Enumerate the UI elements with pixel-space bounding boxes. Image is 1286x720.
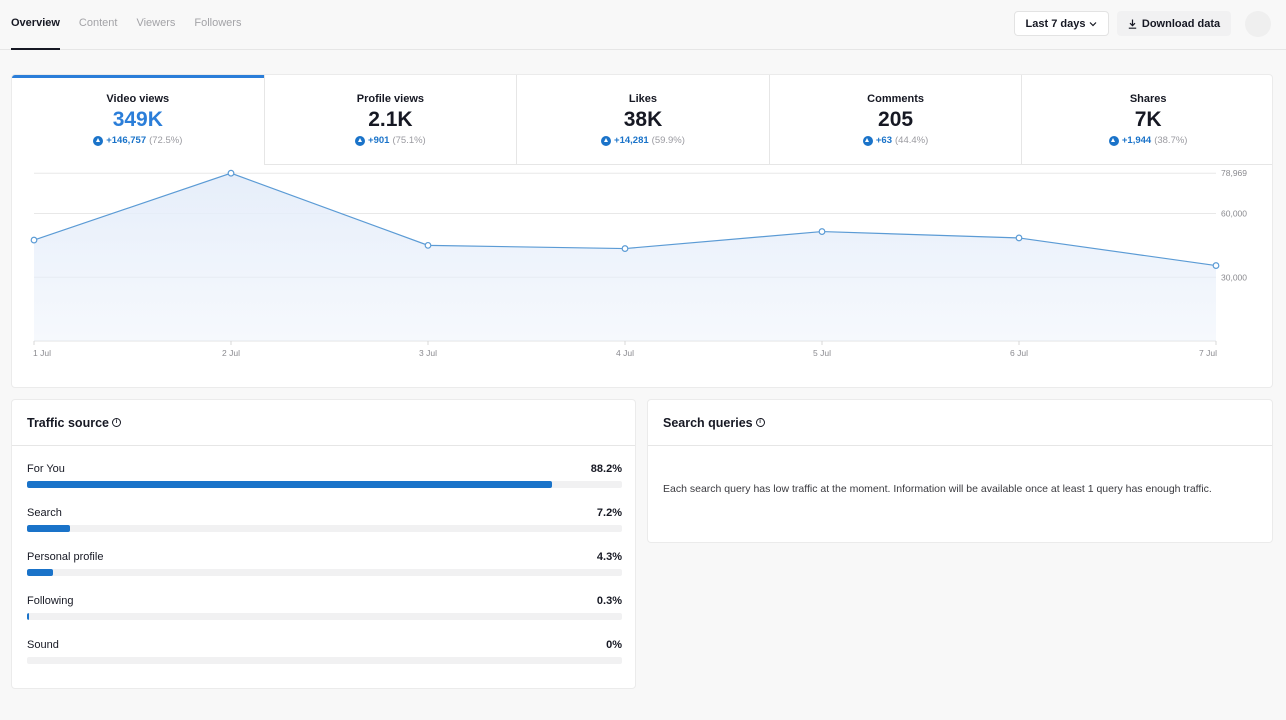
metric-label: Video views [106,93,170,105]
traffic-bar-fill [27,569,53,576]
metric-change-percent: (59.9%) [651,135,685,146]
data-point [227,169,235,177]
download-data-label: Download data [1141,17,1221,30]
metric-likes[interactable]: Likes 38K +14,281 (59.9%) [516,75,769,165]
metric-comments[interactable]: Comments 205 +63 (44.4%) [768,75,1022,165]
arrow-up-icon [355,135,366,146]
metric-change-value: +1,944 [1121,135,1152,146]
arrow-up-icon [93,135,104,146]
arrow-up-icon [601,135,612,146]
metric-change: +146,757 (72.5%) [12,135,264,146]
metric-change: +14,281 (59.9%) [517,135,769,146]
traffic-label: Sound [27,639,59,651]
search-queries-panel: Search queries i Each search query has l… [647,399,1273,543]
video-views-chart: 78,969 60,000 30,000 1 Jul 2 Jul 3 Jul 4 Jul 5 … [30,168,1247,358]
metric-label: Shares [1129,93,1167,105]
arrow-up-icon [1108,135,1119,146]
x-tick-label: 4 Jul [616,348,634,358]
download-data-button[interactable]: Download data [1117,11,1231,36]
chevron-down-icon [1090,21,1097,26]
metric-change-value: +14,281 [614,135,649,146]
metric-value: 349K [112,108,163,131]
metric-change-percent: (38.7%) [1154,135,1188,146]
metric-change-percent: (44.4%) [895,135,929,146]
date-range-label: Last 7 days [1025,17,1086,30]
metric-value: 38K [623,108,663,131]
data-point [621,245,629,252]
metric-change-value: +63 [875,135,892,146]
data-point [1015,234,1023,242]
metric-label: Likes [628,93,658,105]
metric-tabs: Video views 349K +146,757 (72.5%) Profil… [12,75,1272,165]
x-tick-label: 2 Jul [222,348,240,358]
metric-video-views[interactable]: Video views 349K +146,757 (72.5%) [12,75,264,165]
traffic-label: For You [27,463,65,475]
traffic-source-title: Traffic source [27,415,109,430]
search-queries-title: Search queries [663,415,753,430]
traffic-bar [27,657,622,664]
download-icon [1128,19,1137,29]
tab-followers[interactable]: Followers [194,0,241,50]
info-icon[interactable]: i [755,418,765,427]
traffic-value: 0.3% [596,595,622,607]
traffic-bar [27,613,622,620]
x-tick-label: 6 Jul [1010,348,1028,358]
metric-change: +63 (44.4%) [770,135,1022,146]
analytics-tabs: Overview Content Viewers Followers [11,0,241,50]
traffic-value: 7.2% [596,507,622,519]
avatar[interactable] [1245,11,1271,37]
tab-content[interactable]: Content [79,0,118,50]
x-tick-label: 1 Jul [33,348,51,358]
data-point [424,241,432,249]
metric-change-percent: (75.1%) [392,135,426,146]
traffic-bar-fill [27,613,29,620]
tab-overview[interactable]: Overview [11,0,60,50]
traffic-source-panel: Traffic source i For You 88.2% Search 7.… [11,399,636,689]
metric-change-value: +146,757 [106,135,147,146]
overview-stats-card: Video views 349K +146,757 (72.5%) Profil… [11,74,1273,388]
metric-value: 2.1K [368,108,413,131]
info-icon[interactable]: i [111,418,121,427]
y-tick-label: 60,000 [1221,209,1247,219]
traffic-bar [27,481,622,488]
metric-profile-views[interactable]: Profile views 2.1K +901 (75.1%) [263,75,517,165]
search-queries-message: Each search query has low traffic at the… [663,483,1212,495]
traffic-label: Personal profile [27,551,104,563]
traffic-bar-fill [27,525,70,532]
data-point [1212,262,1220,269]
metric-shares[interactable]: Shares 7K +1,944 (38.7%) [1021,75,1272,165]
metric-change-percent: (72.5%) [149,135,183,146]
traffic-source-header: Traffic source i [12,400,635,446]
y-tick-label: 78,969 [1221,168,1247,178]
top-bar: Overview Content Viewers Followers Last … [0,0,1286,50]
data-point [818,228,826,235]
x-tick-label: 7 Jul [1199,348,1217,358]
x-tick-label: 5 Jul [813,348,831,358]
metric-change: +901 (75.1%) [265,135,517,146]
metric-value: 205 [878,108,914,131]
arrow-up-icon [862,135,873,146]
traffic-value: 4.3% [596,551,622,563]
date-range-select[interactable]: Last 7 days [1014,11,1109,36]
traffic-bar [27,525,622,532]
metric-change-value: +901 [368,135,390,146]
y-tick-label: 30,000 [1221,272,1247,282]
search-queries-header: Search queries i [648,400,1272,446]
tab-viewers[interactable]: Viewers [136,0,175,50]
traffic-value: 0% [606,639,622,651]
data-point [30,236,38,244]
x-tick-label: 3 Jul [419,348,437,358]
series-area [34,173,1216,341]
traffic-value: 88.2% [590,463,622,475]
traffic-bar-fill [27,481,552,488]
traffic-label: Search [27,507,62,519]
traffic-bar [27,569,622,576]
metric-value: 7K [1134,108,1162,131]
metric-label: Comments [867,93,924,105]
metric-label: Profile views [356,93,425,105]
metric-change: +1,944 (38.7%) [1022,135,1272,146]
traffic-label: Following [27,595,74,607]
